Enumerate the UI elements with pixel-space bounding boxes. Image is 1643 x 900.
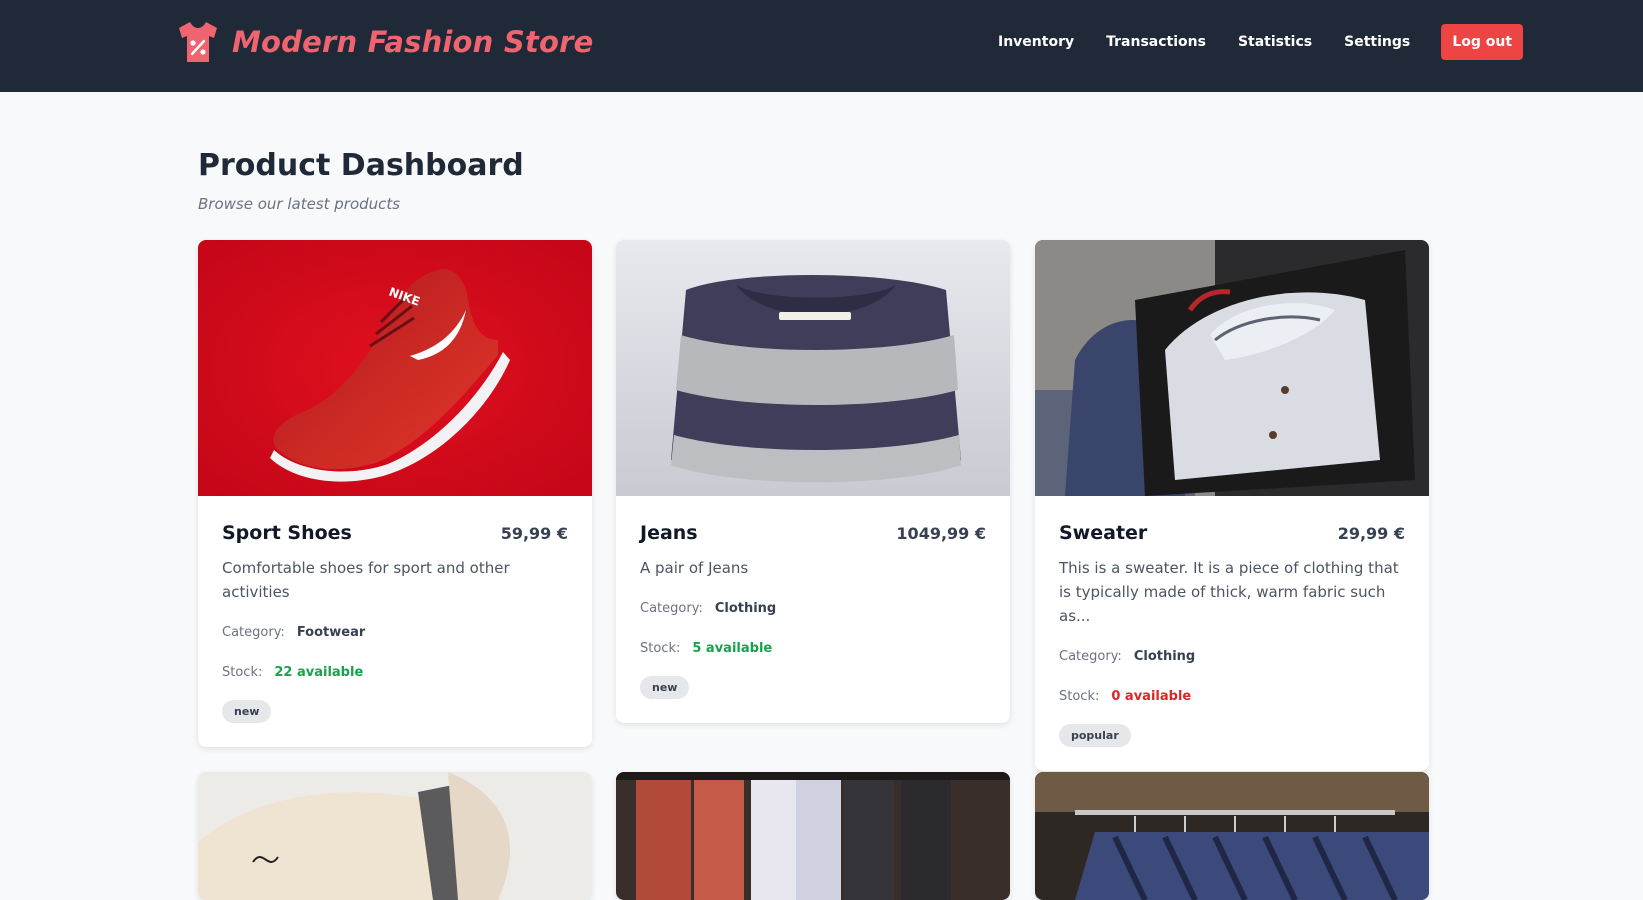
- product-card[interactable]: [198, 772, 592, 900]
- page-subtitle: Browse our latest products: [198, 195, 401, 213]
- category-value: Clothing: [714, 600, 777, 616]
- product-description: Comfortable shoes for sport and other ac…: [222, 559, 510, 601]
- product-description: A pair of Jeans: [640, 559, 749, 577]
- category-row: Category: Clothing: [1059, 644, 1405, 668]
- category-label: Category:: [1059, 648, 1122, 664]
- stock-row: Stock: 0 available: [1059, 684, 1405, 708]
- category-value: Footwear: [296, 624, 366, 640]
- product-image: [1035, 772, 1429, 900]
- nav-inventory[interactable]: Inventory: [998, 22, 1074, 62]
- card-body: Sweater 29,99 € This is a sweater. It is…: [1035, 496, 1429, 771]
- product-tag: new: [222, 700, 272, 723]
- product-description: This is a sweater. It is a piece of clot…: [1059, 559, 1399, 625]
- product-image-jeans: [616, 240, 1010, 496]
- product-card[interactable]: [616, 772, 1010, 900]
- product-image-sweater: [1035, 240, 1429, 496]
- product-name: Jeans: [640, 522, 698, 544]
- top-navbar: Modern Fashion Store Inventory Transacti…: [0, 0, 1643, 92]
- product-card[interactable]: Sweater 29,99 € This is a sweater. It is…: [1035, 240, 1429, 771]
- product-name: Sweater: [1059, 522, 1148, 544]
- brand-name: Modern Fashion Store: [232, 25, 594, 59]
- stock-row: Stock: 22 available: [222, 660, 568, 684]
- product-name: Sport Shoes: [222, 522, 352, 544]
- stock-row: Stock: 5 available: [640, 636, 986, 660]
- stock-value: 0 available: [1111, 688, 1192, 704]
- product-price: 29,99 €: [1337, 524, 1405, 543]
- category-row: Category: Footwear: [222, 620, 568, 644]
- stock-value: 5 available: [692, 640, 773, 656]
- product-image-sport-shoes: NIKE: [198, 240, 592, 496]
- category-label: Category:: [640, 600, 703, 616]
- category-label: Category:: [222, 624, 285, 640]
- logout-button[interactable]: Log out: [1441, 24, 1524, 60]
- card-body: Sport Shoes 59,99 € Comfortable shoes fo…: [198, 496, 592, 747]
- product-tag: popular: [1059, 724, 1131, 747]
- nav-statistics[interactable]: Statistics: [1238, 22, 1312, 62]
- stock-label: Stock:: [222, 664, 263, 680]
- product-card[interactable]: [1035, 772, 1429, 900]
- product-price: 1049,99 €: [896, 524, 986, 543]
- product-price: 59,99 €: [500, 524, 568, 543]
- brand-link[interactable]: Modern Fashion Store: [174, 18, 593, 66]
- category-row: Category: Clothing: [640, 596, 986, 620]
- nav-settings[interactable]: Settings: [1344, 22, 1410, 62]
- category-value: Clothing: [1133, 648, 1196, 664]
- stock-label: Stock:: [640, 640, 681, 656]
- product-image: [616, 772, 1010, 900]
- product-card[interactable]: Jeans 1049,99 € A pair of Jeans Category…: [616, 240, 1010, 723]
- nav-links: Inventory Transactions Statistics Settin…: [998, 22, 1524, 62]
- tshirt-percent-icon: [179, 22, 217, 62]
- product-tag: new: [640, 676, 690, 699]
- product-card[interactable]: NIKE Sport Shoes 59,99 € Comfortable sho…: [198, 240, 592, 747]
- stock-value: 22 available: [274, 664, 364, 680]
- stock-label: Stock:: [1059, 688, 1100, 704]
- nav-transactions[interactable]: Transactions: [1106, 22, 1206, 62]
- page-title: Product Dashboard: [198, 148, 524, 183]
- product-image: [198, 772, 592, 900]
- card-body: Jeans 1049,99 € A pair of Jeans Category…: [616, 496, 1010, 723]
